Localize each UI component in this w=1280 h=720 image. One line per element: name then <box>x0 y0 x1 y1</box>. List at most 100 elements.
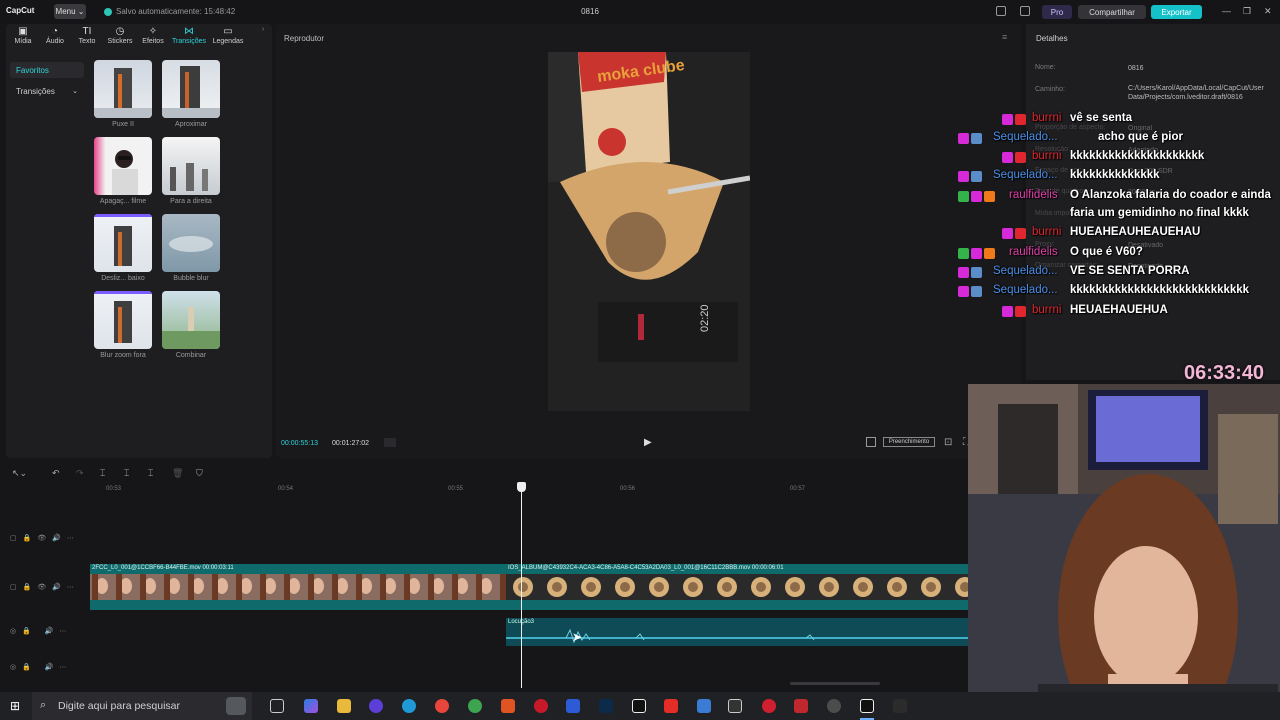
photoshop-icon[interactable] <box>599 699 613 713</box>
transition-thumb-direita[interactable] <box>162 137 220 195</box>
tab-media[interactable]: ▣ Mídia <box>6 26 40 45</box>
undo-icon[interactable]: ↶ <box>52 468 60 479</box>
fill-mode-button[interactable]: Preenchimento <box>883 437 935 447</box>
tab-stickers[interactable]: ◷ Stickers <box>103 26 137 45</box>
timeline-ruler[interactable]: 00:53 00:54 00:55 00:56 00:57 <box>90 482 968 496</box>
task-view-icon[interactable] <box>270 699 284 713</box>
select-tool-icon[interactable]: ↖⌄ <box>12 468 27 479</box>
track-controls[interactable]: ◎🔒 🔊⋯ <box>10 663 72 671</box>
split-right-icon[interactable]: ⌶ <box>148 468 153 479</box>
transition-label: Apagaç... filme <box>99 198 147 205</box>
menu-button[interactable]: Menu ⌄ <box>54 4 86 19</box>
chat-message-continued: faria um gemidinho no final kkkk <box>1070 207 1249 219</box>
track-controls[interactable]: ◎🔒 🔊⋯ <box>10 627 72 635</box>
badge-icon <box>1015 152 1026 163</box>
chrome-icon[interactable] <box>435 699 449 713</box>
app-icon[interactable] <box>369 699 383 713</box>
chat-badges <box>1002 114 1026 125</box>
app-icon[interactable] <box>762 699 776 713</box>
layout-icon[interactable] <box>996 6 1006 16</box>
tabs-more-chevron-icon[interactable]: › <box>256 26 270 33</box>
search-placeholder: Digite aqui para pesquisar <box>58 700 180 712</box>
close-icon[interactable]: ✕ <box>1264 6 1272 17</box>
tab-captions[interactable]: ▭ Legendas <box>210 26 246 45</box>
video-preview[interactable]: moka clube 02:20 <box>548 52 750 411</box>
playhead-handle[interactable] <box>517 482 526 492</box>
badge-icon <box>1015 306 1026 317</box>
menu-lines-icon[interactable]: ≡ <box>1002 32 1007 42</box>
tab-audio[interactable]: ◔ Áudio <box>38 26 72 45</box>
obs-icon[interactable] <box>827 699 841 713</box>
badge-icon <box>971 133 982 144</box>
chrome-profile-icon[interactable] <box>468 699 482 713</box>
edge-icon[interactable] <box>402 699 416 713</box>
playhead-line[interactable] <box>521 482 522 688</box>
transition-thumb-combinar[interactable] <box>162 291 220 349</box>
transition-thumb-aproximar[interactable] <box>162 60 220 118</box>
track-controls[interactable]: ▢🔒👁🔊⋯ <box>10 534 80 542</box>
timeline-scrollbar[interactable] <box>790 682 880 685</box>
audio-icon: ◔ <box>51 26 59 37</box>
share-button[interactable]: Compartilhar <box>1078 5 1146 19</box>
store-icon[interactable] <box>697 699 711 713</box>
file-explorer-icon[interactable] <box>337 699 351 713</box>
tab-text[interactable]: TI Texto <box>70 26 104 45</box>
app-icon[interactable] <box>794 699 808 713</box>
asset-panel: ▣ Mídia ◔ Áudio TI Texto ◷ Stickers ✧ Efeitos… <box>6 24 272 458</box>
effects-icon: ✧ <box>148 26 158 37</box>
ratio-icon[interactable] <box>866 437 876 447</box>
app-icon[interactable] <box>728 699 742 713</box>
details-title: Detalhes <box>1036 34 1068 43</box>
transition-label: Desliz... baixo <box>101 275 145 282</box>
timecode-format-icon[interactable] <box>384 438 396 447</box>
tab-effects[interactable]: ✧ Efeitos <box>136 26 170 45</box>
taskbar-search[interactable]: ⌕ Digite aqui para pesquisar <box>32 692 252 720</box>
transition-thumb-blur-zoom[interactable] <box>94 291 152 349</box>
transition-thumb-deslizar[interactable] <box>94 214 152 272</box>
chat-badges <box>958 286 982 297</box>
transition-label: Combinar <box>175 352 207 359</box>
pro-badge[interactable]: Pro <box>1042 5 1072 19</box>
youtube-icon[interactable] <box>664 699 678 713</box>
transition-thumb-bubble[interactable] <box>162 214 220 272</box>
clip-frames <box>90 574 506 600</box>
track-controls[interactable]: ▢🔒👁🔊⋯ <box>10 583 80 591</box>
screenshot-icon[interactable]: ⊡ <box>944 437 952 448</box>
total-timecode: 00:01:27:02 <box>332 440 369 447</box>
sidebar-transitions[interactable]: Transições ⌄ <box>10 83 84 99</box>
split-left-icon[interactable]: ⌶ <box>124 468 129 479</box>
shield-icon[interactable]: ⛉ <box>196 468 203 479</box>
capcut-icon[interactable] <box>632 699 646 713</box>
video-clip[interactable]: IOS_ALBUM@C43932C4-ACA3-4C86-A5A8-C4C53A… <box>506 564 968 610</box>
scale-reading: 02:20 <box>699 304 711 332</box>
opera-icon[interactable] <box>534 699 548 713</box>
delete-icon[interactable]: 🗑 <box>172 468 183 479</box>
split-icon[interactable]: ⌶ <box>100 468 105 479</box>
detail-key: Caminho: <box>1035 86 1065 93</box>
tab-transitions[interactable]: ⋈ Transições <box>171 26 207 45</box>
minimize-icon[interactable]: — <box>1222 6 1231 16</box>
autosave-status: Salvo automaticamente: 15:48:42 <box>104 7 235 16</box>
transition-thumb-puxe[interactable] <box>94 60 152 118</box>
video-clip[interactable]: 2FCC_L0_001@1CCBF66-B44FBE.mov 00:00:03:… <box>90 564 506 610</box>
transition-label: Puxe II <box>112 121 134 128</box>
redo-icon[interactable]: ↷ <box>76 468 84 479</box>
capcut-icon[interactable] <box>860 699 874 713</box>
badge-icon <box>1015 228 1026 239</box>
badge-icon <box>971 171 982 182</box>
brave-icon[interactable] <box>501 699 515 713</box>
title-bar: CapCut Menu ⌄ Salvo automaticamente: 15:… <box>0 0 1280 24</box>
keyboard-shortcuts-icon[interactable] <box>1020 6 1030 16</box>
transition-thumb-filme[interactable] <box>94 137 152 195</box>
sidebar-favorites[interactable]: Favoritos <box>10 62 84 78</box>
app-icon[interactable] <box>566 699 580 713</box>
chat-badges <box>1002 152 1026 163</box>
windows-start-icon[interactable]: ⊞ <box>10 699 20 713</box>
export-button[interactable]: Exportar <box>1151 5 1202 19</box>
play-icon[interactable]: ▶ <box>644 437 652 448</box>
stream-clock: 06:33:40 <box>1184 362 1265 384</box>
maximize-icon[interactable]: ❐ <box>1243 6 1251 17</box>
app-icon[interactable] <box>893 699 907 713</box>
copilot-icon[interactable] <box>304 699 318 713</box>
sticker-icon: ◷ <box>115 26 125 37</box>
